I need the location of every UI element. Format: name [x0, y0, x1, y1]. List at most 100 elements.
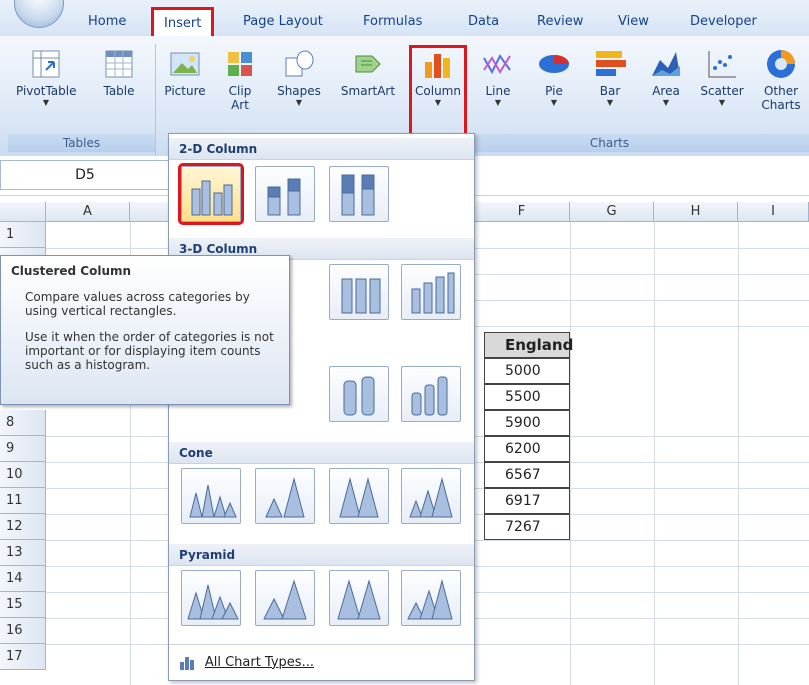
pivottable-button[interactable]: PivotTable ▼: [16, 48, 77, 107]
row-header-1[interactable]: 1: [0, 222, 46, 248]
clipart-label-1: Clip: [228, 84, 252, 98]
clipart-button[interactable]: Clip Art: [222, 48, 258, 112]
smartart-label: SmartArt: [340, 84, 396, 98]
cone-100-option[interactable]: [329, 468, 389, 524]
area-label: Area: [652, 84, 680, 98]
picture-icon: [169, 48, 201, 80]
column-chart-icon: [180, 657, 194, 670]
picture-button[interactable]: Picture: [162, 48, 208, 98]
cone-icon: [409, 477, 453, 518]
bar-chart-button[interactable]: Bar ▼: [590, 48, 630, 107]
bar-label: Bar: [599, 84, 621, 98]
row-header-15[interactable]: 15: [0, 592, 46, 618]
chevron-down-icon: ▼: [606, 98, 614, 107]
cylinder-option[interactable]: [329, 366, 389, 422]
cone-icon: [189, 484, 237, 518]
column-header-i[interactable]: I: [738, 202, 809, 222]
chevron-down-icon: ▼: [494, 98, 502, 107]
tab-page-layout[interactable]: Page Layout: [243, 14, 323, 29]
row-header-13[interactable]: 13: [0, 540, 46, 566]
column-header-a[interactable]: A: [46, 202, 130, 222]
table-cell[interactable]: 6917: [484, 488, 570, 514]
clustered-column-option[interactable]: [178, 163, 244, 225]
cone-icon: [265, 477, 305, 518]
3d-column-icon: [341, 278, 381, 314]
chevron-down-icon: ▼: [434, 98, 442, 107]
cylinder-icon: [343, 376, 375, 416]
table-button[interactable]: Table: [94, 48, 144, 98]
column-header-b[interactable]: [130, 202, 170, 222]
chevron-down-icon: ▼: [550, 98, 558, 107]
3d-column-option[interactable]: [401, 264, 461, 320]
line-chart-button[interactable]: Line ▼: [478, 48, 518, 107]
column-header-f[interactable]: F: [474, 202, 570, 222]
100-stacked-column-option[interactable]: [329, 166, 389, 222]
tooltip-title: Clustered Column: [11, 264, 132, 278]
tab-home[interactable]: Home: [88, 14, 126, 29]
column-chart-button[interactable]: Column ▼: [409, 45, 467, 141]
3d-column-icon: [411, 272, 455, 314]
scatter-chart-button[interactable]: Scatter ▼: [698, 48, 746, 107]
shapes-button[interactable]: Shapes ▼: [274, 48, 324, 107]
tab-insert[interactable]: Insert: [151, 7, 215, 37]
pyramid-stacked-option[interactable]: [255, 570, 315, 626]
scatter-chart-icon: [706, 48, 738, 80]
tab-data[interactable]: Data: [468, 14, 499, 29]
pyramid-100-option[interactable]: [329, 570, 389, 626]
row-header-10[interactable]: 10: [0, 462, 46, 488]
row-header-17[interactable]: 17: [0, 644, 46, 670]
cone-clustered-option[interactable]: [181, 468, 241, 524]
all-chart-types-label: All Chart Types...: [204, 654, 314, 670]
clipart-icon: [224, 48, 256, 80]
chevron-down-icon: ▼: [42, 98, 50, 107]
section-cone: Cone: [169, 442, 474, 464]
tab-formulas[interactable]: Formulas: [363, 14, 422, 29]
pie-chart-icon: [538, 48, 570, 80]
column-header-g[interactable]: G: [570, 202, 654, 222]
area-chart-button[interactable]: Area ▼: [646, 48, 686, 107]
chevron-down-icon: ▼: [662, 98, 670, 107]
column-header-h[interactable]: H: [654, 202, 738, 222]
column-label: Column: [415, 84, 461, 98]
tab-review[interactable]: Review: [537, 14, 583, 29]
table-label: Table: [103, 84, 135, 98]
pyramid-icon: [337, 579, 381, 620]
table-cell[interactable]: 5000: [484, 358, 570, 384]
cone-3d-option[interactable]: [401, 468, 461, 524]
grid-line: [570, 222, 571, 685]
cone-stacked-option[interactable]: [255, 468, 315, 524]
3d-100-stacked-column-option[interactable]: [329, 264, 389, 320]
other-label-1: Other: [763, 84, 799, 98]
table-cell[interactable]: 5500: [484, 384, 570, 410]
smartart-button[interactable]: SmartArt: [336, 48, 400, 98]
row-header-11[interactable]: 11: [0, 488, 46, 514]
england-header-cell[interactable]: England: [484, 332, 573, 358]
100-stacked-column-icon: [341, 174, 375, 216]
office-button[interactable]: [14, 0, 64, 28]
other-charts-button[interactable]: Other Charts: [756, 48, 806, 112]
table-cell[interactable]: 6567: [484, 462, 570, 488]
stacked-column-option[interactable]: [255, 166, 315, 222]
all-chart-types-link[interactable]: All Chart Types...: [169, 644, 474, 680]
row-header-14[interactable]: 14: [0, 566, 46, 592]
table-cell[interactable]: 5900: [484, 410, 570, 436]
cylinder-3d-option[interactable]: [401, 366, 461, 422]
tab-view[interactable]: View: [618, 14, 649, 29]
select-all-corner[interactable]: [0, 202, 46, 222]
clustered-column-icon: [191, 180, 233, 216]
table-cell[interactable]: 7267: [484, 514, 570, 540]
row-header-9[interactable]: 9: [0, 436, 46, 462]
bar-chart-icon: [594, 48, 626, 80]
tables-group-label: Tables: [8, 134, 155, 152]
pie-chart-button[interactable]: Pie ▼: [534, 48, 574, 107]
row-header-8[interactable]: 8: [0, 410, 46, 436]
pyramid-clustered-option[interactable]: [181, 570, 241, 626]
row-header-12[interactable]: 12: [0, 514, 46, 540]
pyramid-3d-option[interactable]: [401, 570, 461, 626]
table-cell[interactable]: 6200: [484, 436, 570, 462]
name-box[interactable]: D5: [0, 160, 170, 190]
tab-developer[interactable]: Developer: [690, 14, 757, 29]
column-chart-icon: [422, 48, 454, 80]
pyramid-icon: [187, 584, 239, 620]
row-header-16[interactable]: 16: [0, 618, 46, 644]
